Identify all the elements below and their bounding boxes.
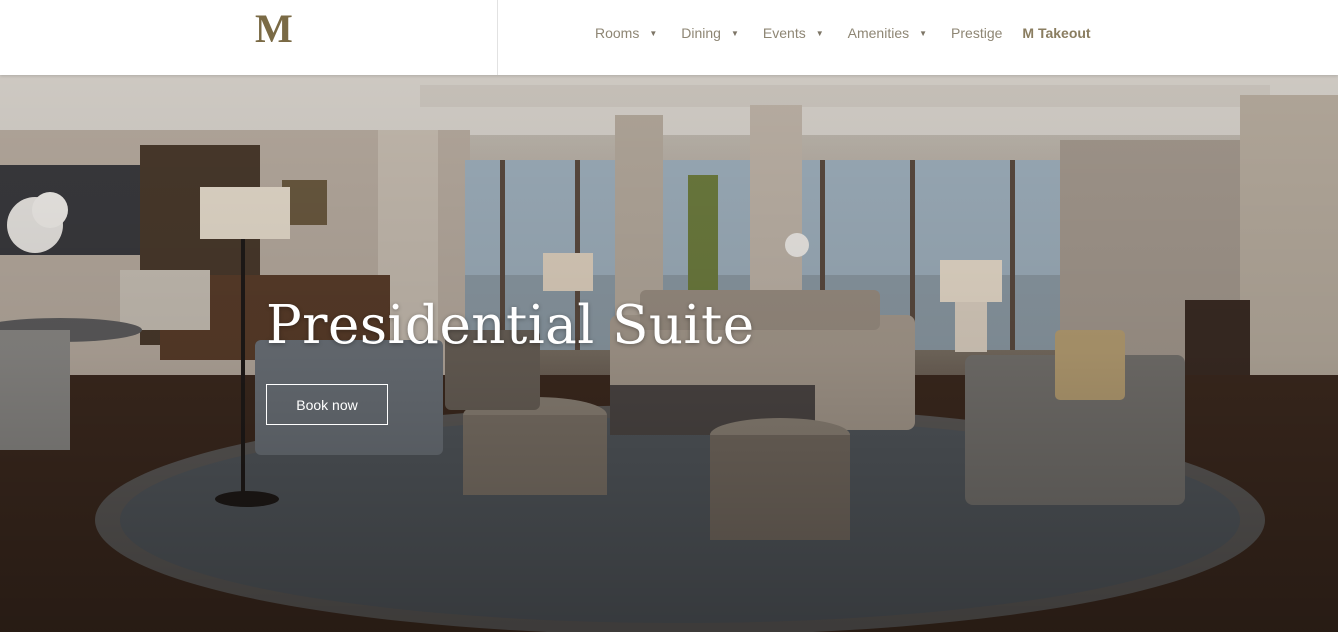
nav-amenities-label: Amenities (847, 25, 910, 41)
nav-events-label: Events (762, 25, 806, 41)
nav-rooms-label: Rooms (595, 25, 640, 41)
chevron-down-icon: ▼ (919, 28, 928, 38)
nav-m-takeout-label: M Takeout (1022, 25, 1091, 41)
hero-banner: Presidential Suite Book now (0, 75, 1338, 632)
nav-m-takeout[interactable]: M Takeout (1022, 25, 1090, 41)
nav-rooms[interactable]: Rooms ▼ (595, 25, 657, 41)
chevron-down-icon: ▼ (730, 28, 739, 38)
nav-prestige-label: Prestige (951, 25, 1003, 41)
chevron-down-icon: ▼ (815, 28, 824, 38)
site-header: M Rooms ▼ Dining ▼ Events ▼ Amenities ▼ … (0, 0, 1338, 75)
book-now-button[interactable]: Book now (266, 384, 388, 425)
nav-prestige[interactable]: Prestige (951, 25, 1002, 41)
brand-logo[interactable]: M (255, 9, 293, 49)
nav-events[interactable]: Events ▼ (763, 25, 824, 41)
logo-cell: M (0, 0, 498, 75)
main-nav: Rooms ▼ Dining ▼ Events ▼ Amenities ▼ Pr… (595, 24, 1091, 42)
nav-amenities[interactable]: Amenities ▼ (848, 25, 927, 41)
chevron-down-icon: ▼ (649, 28, 658, 38)
hero-title: Presidential Suite (266, 295, 755, 356)
nav-dining-label: Dining (681, 25, 721, 41)
nav-dining[interactable]: Dining ▼ (681, 25, 739, 41)
